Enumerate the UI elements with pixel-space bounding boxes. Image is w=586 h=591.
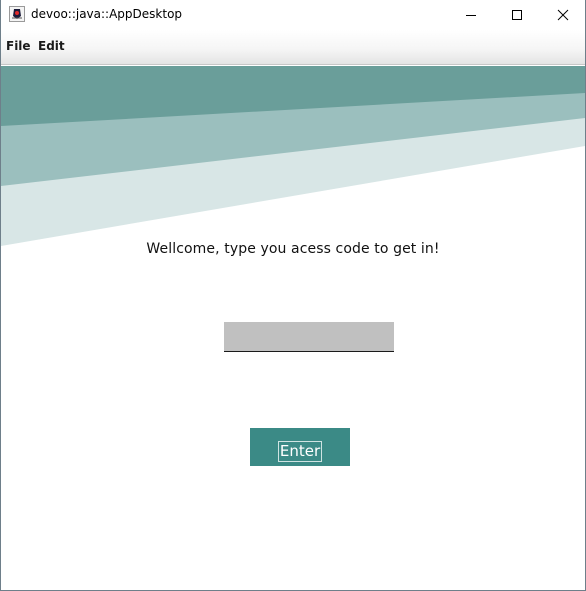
app-window: devoo::java::AppDesktop File Edit Wellco…: [0, 0, 586, 591]
access-code-input[interactable]: [224, 322, 394, 352]
menu-edit[interactable]: Edit: [38, 39, 65, 53]
enter-button-label: Enter: [277, 440, 323, 462]
maximize-button[interactable]: [494, 0, 540, 30]
header-banner: [1, 66, 585, 246]
welcome-message: Wellcome, type you acess code to get in!: [146, 241, 440, 257]
menu-file[interactable]: File: [6, 39, 31, 53]
close-icon: [557, 9, 569, 21]
minimize-button[interactable]: [448, 0, 494, 30]
minimize-icon: [466, 15, 476, 16]
title-bar[interactable]: devoo::java::AppDesktop: [1, 0, 585, 30]
close-button[interactable]: [540, 0, 586, 30]
maximize-icon: [512, 10, 522, 20]
login-panel: Wellcome, type you acess code to get in!…: [1, 66, 585, 590]
window-title: devoo::java::AppDesktop: [31, 7, 183, 21]
enter-button[interactable]: Enter: [250, 428, 350, 466]
menu-bar: File Edit: [1, 30, 585, 65]
java-duke-icon[interactable]: [9, 6, 25, 22]
